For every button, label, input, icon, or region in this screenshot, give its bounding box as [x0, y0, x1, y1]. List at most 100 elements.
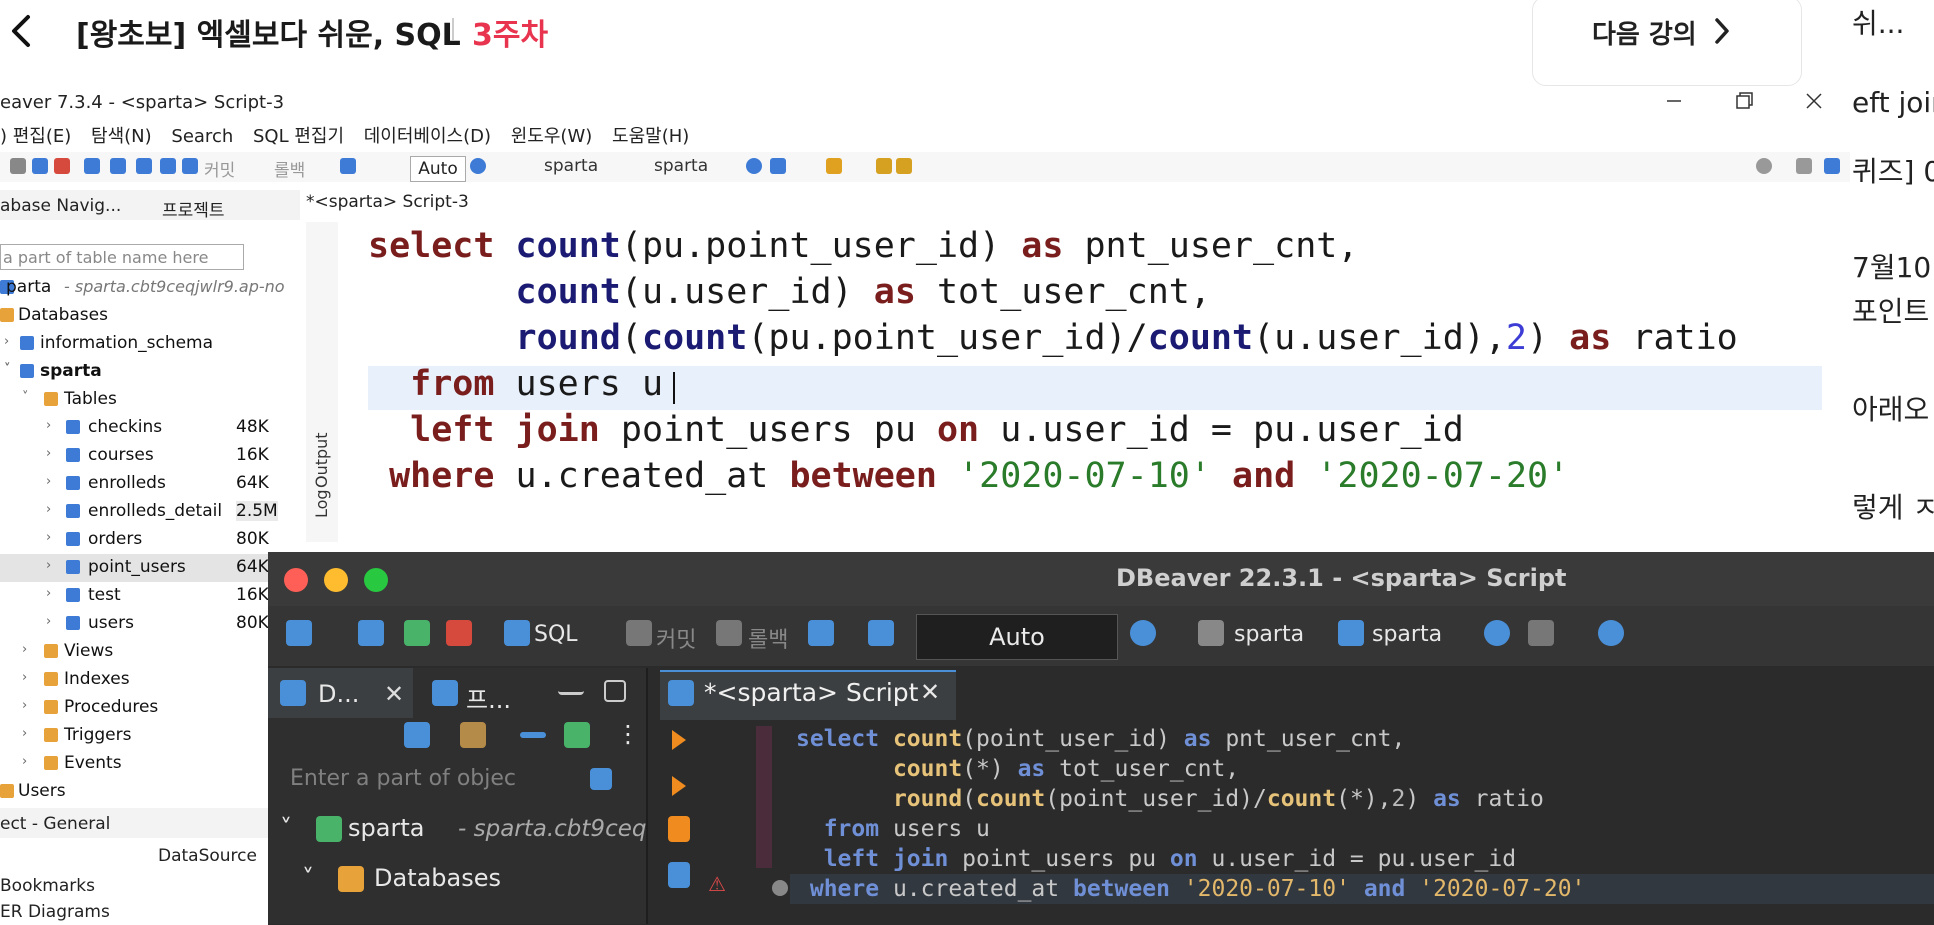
close-tab-icon[interactable]: ✕: [920, 678, 940, 706]
database-icon[interactable]: [1338, 620, 1364, 646]
tab-projects[interactable]: 프로젝트: [162, 196, 225, 221]
new-script-icon[interactable]: [110, 158, 126, 174]
menu-sql-editor[interactable]: SQL 편집기: [253, 126, 344, 147]
connect-icon[interactable]: [10, 158, 26, 174]
auto-commit-select[interactable]: Auto: [410, 156, 466, 182]
lock-icon[interactable]: [868, 620, 894, 646]
chevron-right-icon[interactable]: ›: [22, 726, 27, 741]
table-filter-input[interactable]: a part of table name here: [0, 244, 244, 270]
commit-button[interactable]: 커밋: [656, 622, 696, 654]
reconnect-icon[interactable]: [358, 620, 384, 646]
zoom-window-icon[interactable]: [364, 568, 388, 592]
next-lesson-label[interactable]: 다음 강의: [1592, 14, 1697, 51]
collapse-all-icon[interactable]: [520, 732, 546, 738]
table-row[interactable]: › point_users 64K: [0, 554, 270, 582]
forward-navigate-icon[interactable]: [896, 158, 912, 174]
bookmarks-item[interactable]: Bookmarks: [0, 876, 95, 896]
execute-script-icon[interactable]: [668, 816, 690, 842]
tree-tables[interactable]: ˅ Tables: [0, 386, 270, 414]
minimize-panel-icon[interactable]: [558, 680, 584, 695]
restore-icon[interactable]: [1726, 86, 1762, 116]
chevron-right-icon[interactable]: ›: [46, 614, 51, 629]
maximize-panel-icon[interactable]: [604, 680, 626, 702]
table-row[interactable]: › courses 16K: [0, 442, 270, 470]
close-tab-icon[interactable]: ✕: [384, 680, 404, 708]
tree-users[interactable]: Users: [0, 778, 270, 806]
tree-information-schema[interactable]: › information_schema: [0, 330, 270, 358]
invalidate-icon[interactable]: [404, 620, 430, 646]
er-diagrams-item[interactable]: ER Diagrams: [0, 902, 110, 922]
chevron-right-icon[interactable]: [1712, 16, 1732, 46]
rollback-icon[interactable]: [716, 620, 742, 646]
chevron-right-icon[interactable]: ›: [22, 754, 27, 769]
disconnect-icon[interactable]: [446, 620, 472, 646]
close-window-icon[interactable]: [284, 568, 308, 592]
active-schema[interactable]: sparta: [1372, 622, 1442, 647]
tab-script-3[interactable]: *<sparta> Script-3: [306, 192, 469, 222]
chevron-down-icon[interactable]: ˅: [4, 362, 11, 377]
back-arrow-icon[interactable]: [6, 14, 38, 48]
more-options-icon[interactable]: ⋮: [616, 720, 640, 748]
chevron-down-icon[interactable]: ˅: [22, 390, 29, 405]
explain-plan-icon[interactable]: [668, 862, 690, 888]
auto-commit-select[interactable]: Auto: [916, 614, 1118, 660]
menu-navigate[interactable]: 탐색(N): [91, 126, 152, 147]
rollback-button[interactable]: 롤백: [748, 622, 788, 654]
chevron-right-icon[interactable]: ›: [22, 670, 27, 685]
connect-icon[interactable]: [286, 620, 312, 646]
databases-label[interactable]: Databases: [374, 864, 501, 892]
new-connection-icon[interactable]: [404, 722, 430, 748]
object-filter-input[interactable]: Enter a part of objec: [290, 766, 516, 791]
back-navigate-icon[interactable]: [876, 158, 892, 174]
perspective-icon[interactable]: [1796, 158, 1812, 174]
log-panel-toggle[interactable]: Log: [312, 489, 341, 537]
execute-statement-icon[interactable]: [672, 730, 686, 750]
recent-script-icon[interactable]: [160, 158, 176, 174]
connection-name[interactable]: sparta: [348, 814, 424, 842]
chevron-right-icon[interactable]: ›: [46, 530, 51, 545]
search-icon[interactable]: [1756, 158, 1772, 174]
chevron-right-icon[interactable]: ›: [46, 586, 51, 601]
table-row[interactable]: › users 80K: [0, 610, 270, 638]
link-editor-icon[interactable]: [564, 722, 590, 748]
tree-events[interactable]: › Events: [0, 750, 270, 778]
console-icon[interactable]: [182, 158, 198, 174]
minimize-window-icon[interactable]: [324, 568, 348, 592]
datasource-icon[interactable]: [1198, 620, 1224, 646]
close-icon[interactable]: [1796, 86, 1832, 116]
sql-editor-icon[interactable]: [504, 620, 530, 646]
chevron-right-icon[interactable]: ›: [46, 446, 51, 461]
sql-editor-icon[interactable]: [84, 158, 100, 174]
open-script-icon[interactable]: [136, 158, 152, 174]
chevron-right-icon[interactable]: ›: [46, 558, 51, 573]
active-datasource[interactable]: sparta: [544, 156, 598, 176]
tree-sparta[interactable]: ˅ sparta: [0, 358, 270, 386]
chevron-right-icon[interactable]: ›: [22, 698, 27, 713]
tab-projects-label[interactable]: 프...: [466, 680, 511, 715]
tree-views[interactable]: › Views: [0, 638, 270, 666]
active-schema[interactable]: sparta: [654, 156, 708, 176]
tree-triggers[interactable]: › Triggers: [0, 722, 270, 750]
menu-help[interactable]: 도움말(H): [612, 126, 689, 147]
chevron-right-icon[interactable]: ›: [4, 334, 9, 349]
minimize-icon[interactable]: [1656, 86, 1692, 116]
table-row[interactable]: › test 16K: [0, 582, 270, 610]
tab-project-general[interactable]: ect - General: [0, 814, 110, 834]
active-datasource[interactable]: sparta: [1234, 622, 1304, 647]
tree-databases[interactable]: Databases: [0, 302, 270, 330]
chevron-right-icon[interactable]: ›: [22, 642, 27, 657]
menu-search[interactable]: Search: [171, 126, 233, 147]
table-row[interactable]: › enrolleds 64K: [0, 470, 270, 498]
tree-procedures[interactable]: › Procedures: [0, 694, 270, 722]
search-icon[interactable]: [1598, 620, 1624, 646]
tools-icon[interactable]: [826, 158, 842, 174]
menu-database[interactable]: 데이터베이스(D): [364, 126, 491, 147]
dbeaver-perspective-icon[interactable]: [1824, 158, 1840, 174]
chevron-right-icon[interactable]: ›: [46, 474, 51, 489]
history-icon[interactable]: [470, 158, 486, 174]
dashboard-icon[interactable]: [746, 158, 762, 174]
chevron-right-icon[interactable]: ›: [46, 418, 51, 433]
dashboard-icon[interactable]: [1484, 620, 1510, 646]
rollback-button[interactable]: 롤백: [274, 156, 305, 181]
database-tasks-icon[interactable]: [770, 158, 786, 174]
